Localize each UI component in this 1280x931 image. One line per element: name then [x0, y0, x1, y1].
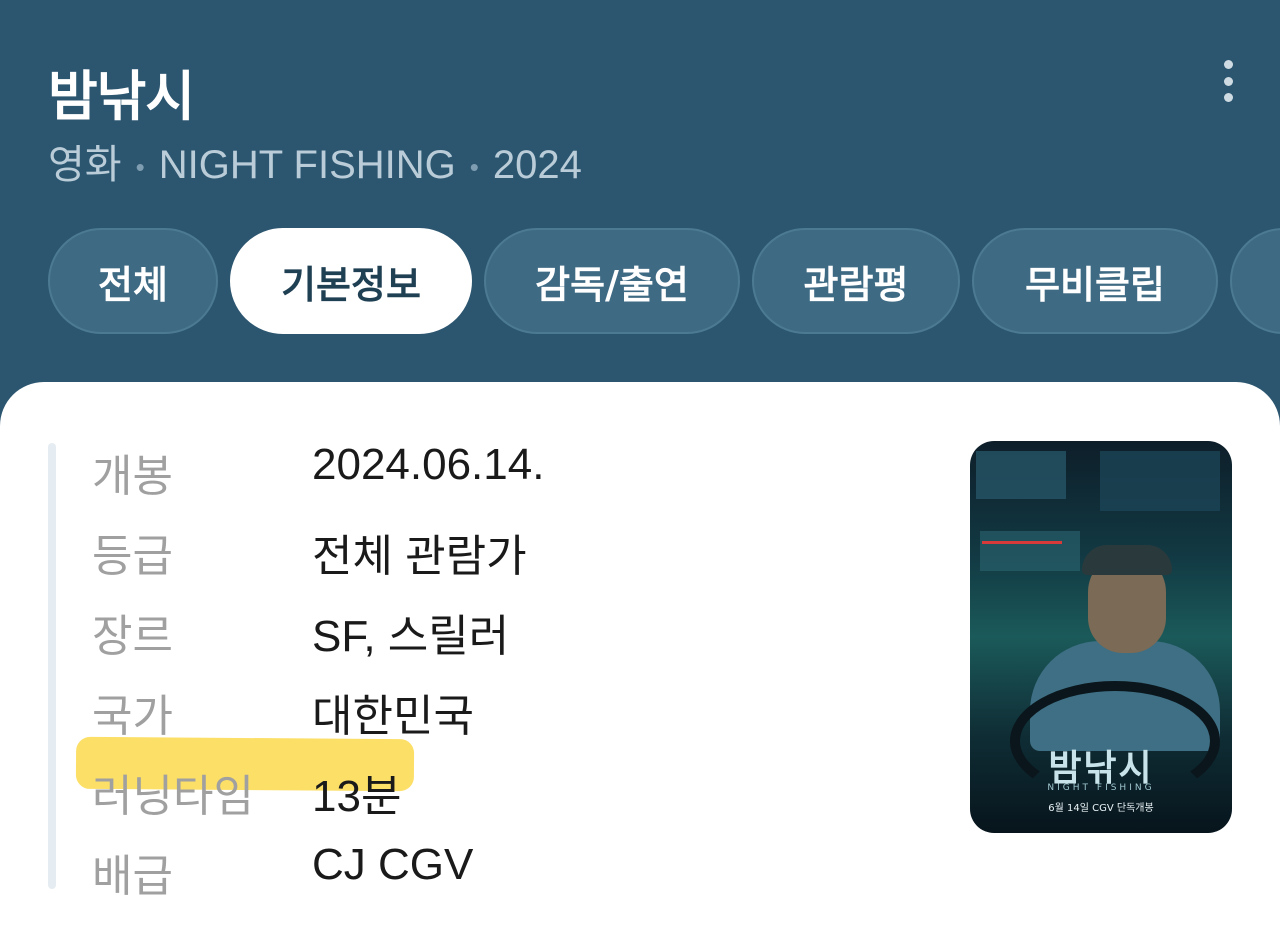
poster-release-line: 6월 14일 CGV 단독개봉 [1048, 803, 1154, 814]
info-value: 대한민국 [312, 692, 474, 741]
page-title: 밤낚시 [48, 65, 195, 128]
subtitle-english-title: NIGHT FISHING [158, 143, 456, 187]
subtitle: 영화 • NIGHT FISHING • 2024 [48, 132, 582, 190]
info-label: 장르 [92, 611, 173, 662]
poster-screen [980, 531, 1080, 571]
info-label: 개봉 [92, 451, 173, 502]
more-vertical-icon[interactable] [1210, 56, 1246, 106]
separator-dot: • [469, 151, 479, 182]
info-value: 13분 [312, 772, 402, 821]
tab-basic-info[interactable]: 기본정보 [230, 228, 472, 334]
more-dot [1223, 76, 1233, 86]
header: 밤낚시 영화 • NIGHT FISHING • 2024 전체 기본정보 감독/출연 … [0, 0, 1280, 390]
poster-screen [1100, 451, 1220, 511]
tab-director-cast[interactable]: 감독/출연 [484, 228, 740, 334]
more-dot [1223, 93, 1233, 102]
info-label: 배급 [92, 851, 173, 902]
more-dot [1223, 60, 1233, 69]
poster-red-line [982, 541, 1062, 544]
tab-all[interactable]: 전체 [48, 228, 218, 334]
tab-movie-clips[interactable]: 무비클립 [972, 228, 1218, 334]
info-value: SF, 스릴러 [312, 612, 510, 661]
tab-next[interactable] [1230, 228, 1280, 334]
poster-subtitle: NIGHT FISHING [1047, 783, 1155, 793]
tab-bar: 전체 기본정보 감독/출연 관람평 무비클립 [48, 228, 1280, 334]
poster-figure-cap [1082, 545, 1172, 575]
subtitle-year: 2024 [492, 143, 582, 187]
info-value: 2024.06.14. [312, 440, 545, 489]
info-accent-bar [48, 443, 56, 889]
movie-poster[interactable]: 밤낚시 NIGHT FISHING 6월 14일 CGV 단독개봉 [970, 441, 1232, 833]
info-value: 전체 관람가 [312, 532, 527, 581]
separator-dot: • [135, 151, 145, 182]
poster-screen [976, 451, 1066, 499]
info-label: 등급 [92, 531, 173, 582]
tab-reviews[interactable]: 관람평 [752, 228, 960, 334]
info-label: 러닝타임 [92, 771, 254, 822]
subtitle-category: 영화 [48, 143, 122, 187]
info-label: 국가 [92, 691, 173, 742]
info-value: CJ CGV [312, 840, 474, 889]
